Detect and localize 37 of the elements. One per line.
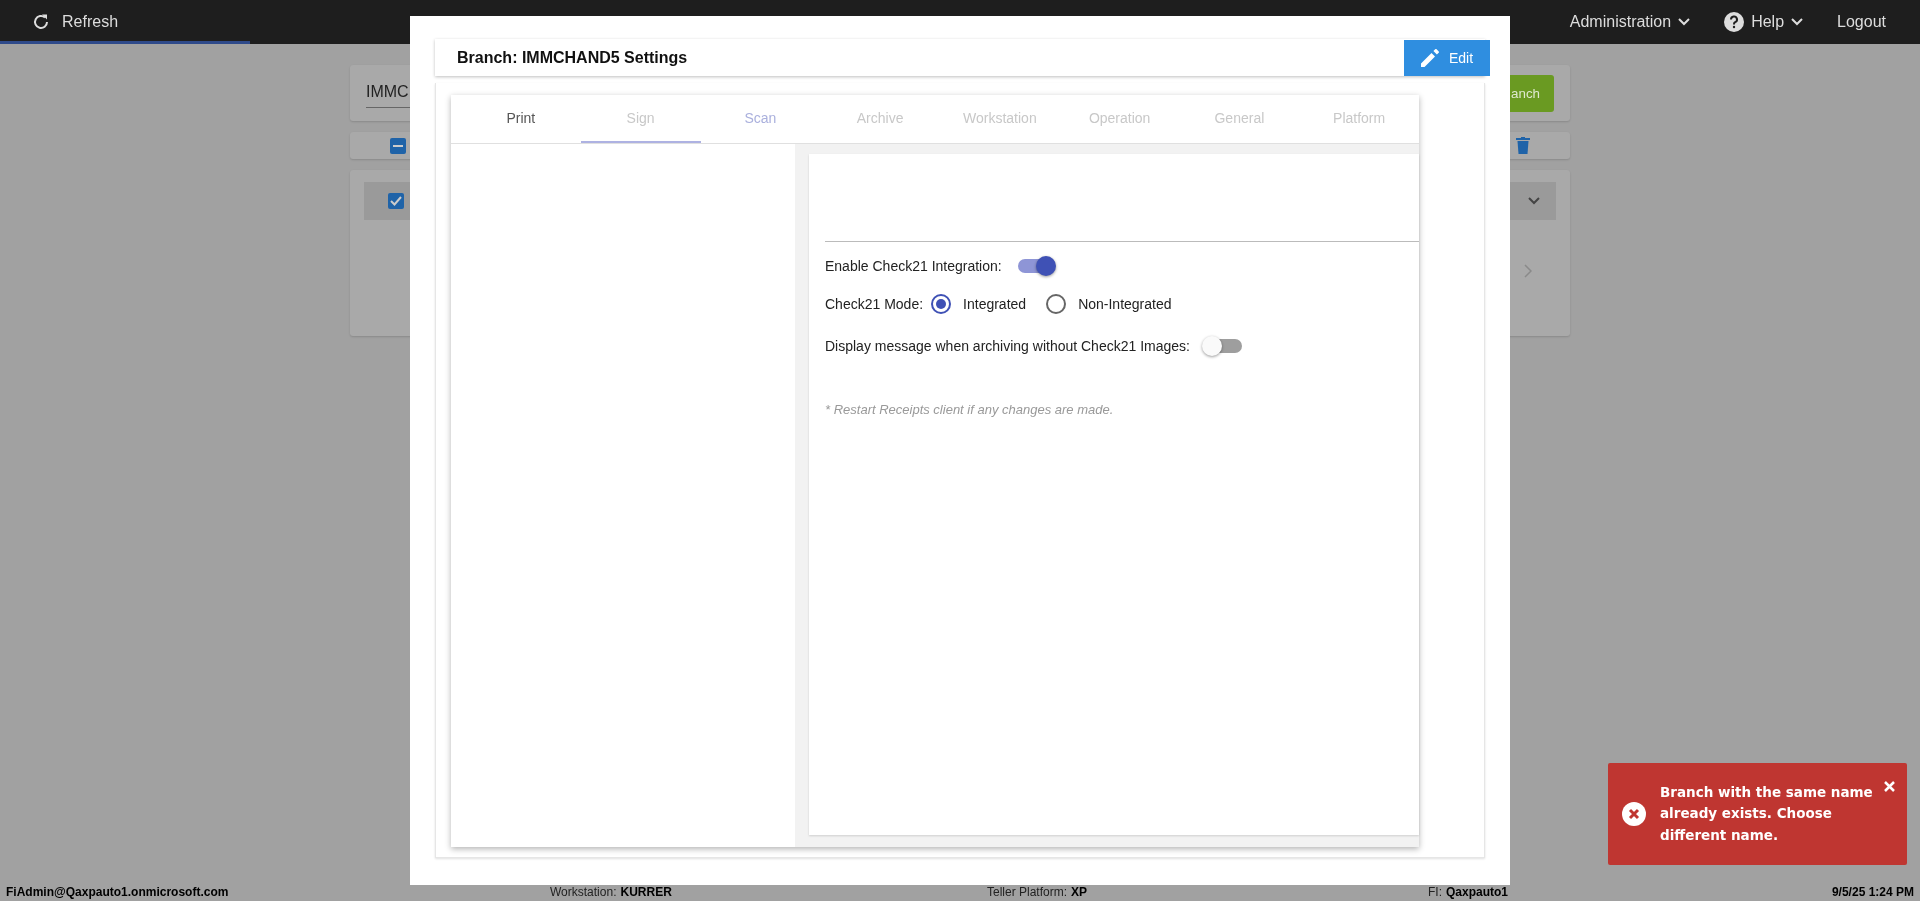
refresh-icon <box>32 13 50 31</box>
restart-note: * Restart Receipts client if any changes are made. <box>825 402 1115 417</box>
status-label: Workstation: <box>550 884 617 899</box>
dialog-title: Branch: IMMCHAND5 Settings <box>457 48 688 67</box>
error-message: Branch with the same name already exists. Choose different name. <box>1660 782 1874 845</box>
chevron-down-icon <box>1791 18 1804 26</box>
close-icon[interactable] <box>1884 781 1895 792</box>
chevron-down-icon <box>1678 18 1691 26</box>
user-email: FiAdmin@Qaxpauto1.onmicrosoft.com <box>6 884 230 899</box>
status-value: KURRER <box>620 884 672 899</box>
status-label: FI: <box>1428 884 1442 899</box>
row-checkbox[interactable] <box>388 193 404 209</box>
setting-label: Display message when archiving without Check21 Images: <box>825 338 1190 354</box>
pencil-icon <box>1420 48 1439 67</box>
error-icon <box>1622 802 1646 826</box>
menu-button[interactable]: Logout <box>1837 12 1886 32</box>
menu-button[interactable]: Administration <box>1569 12 1691 32</box>
setting-label: Enable Check21 Integration: <box>825 258 1002 274</box>
setting-label: Check21 Mode: <box>825 296 924 312</box>
toggle-switch[interactable] <box>1017 259 1054 273</box>
toggle-switch[interactable] <box>1205 339 1242 353</box>
trash-icon[interactable] <box>1516 137 1530 154</box>
status-value: XP <box>1071 884 1088 899</box>
menu-button[interactable]: Help <box>1724 12 1804 32</box>
minus-icon <box>393 144 403 147</box>
tab[interactable]: Print <box>461 95 581 143</box>
radio-option[interactable]: Non-Integrated <box>1046 294 1172 314</box>
chevron-down-icon <box>1528 197 1540 205</box>
edit-button[interactable]: Edit <box>1404 39 1490 76</box>
radio-option[interactable]: Integrated <box>931 294 1027 314</box>
status-label: Teller Platform: <box>987 884 1068 899</box>
check-icon <box>390 196 402 206</box>
status-value: Qaxpauto1 <box>1446 884 1508 899</box>
help-icon <box>1724 12 1745 32</box>
refresh-button[interactable]: Refresh <box>26 12 125 32</box>
select-all-checkbox[interactable] <box>390 137 406 154</box>
date-time: 9/5/25 1:24 PM <box>1831 884 1914 899</box>
